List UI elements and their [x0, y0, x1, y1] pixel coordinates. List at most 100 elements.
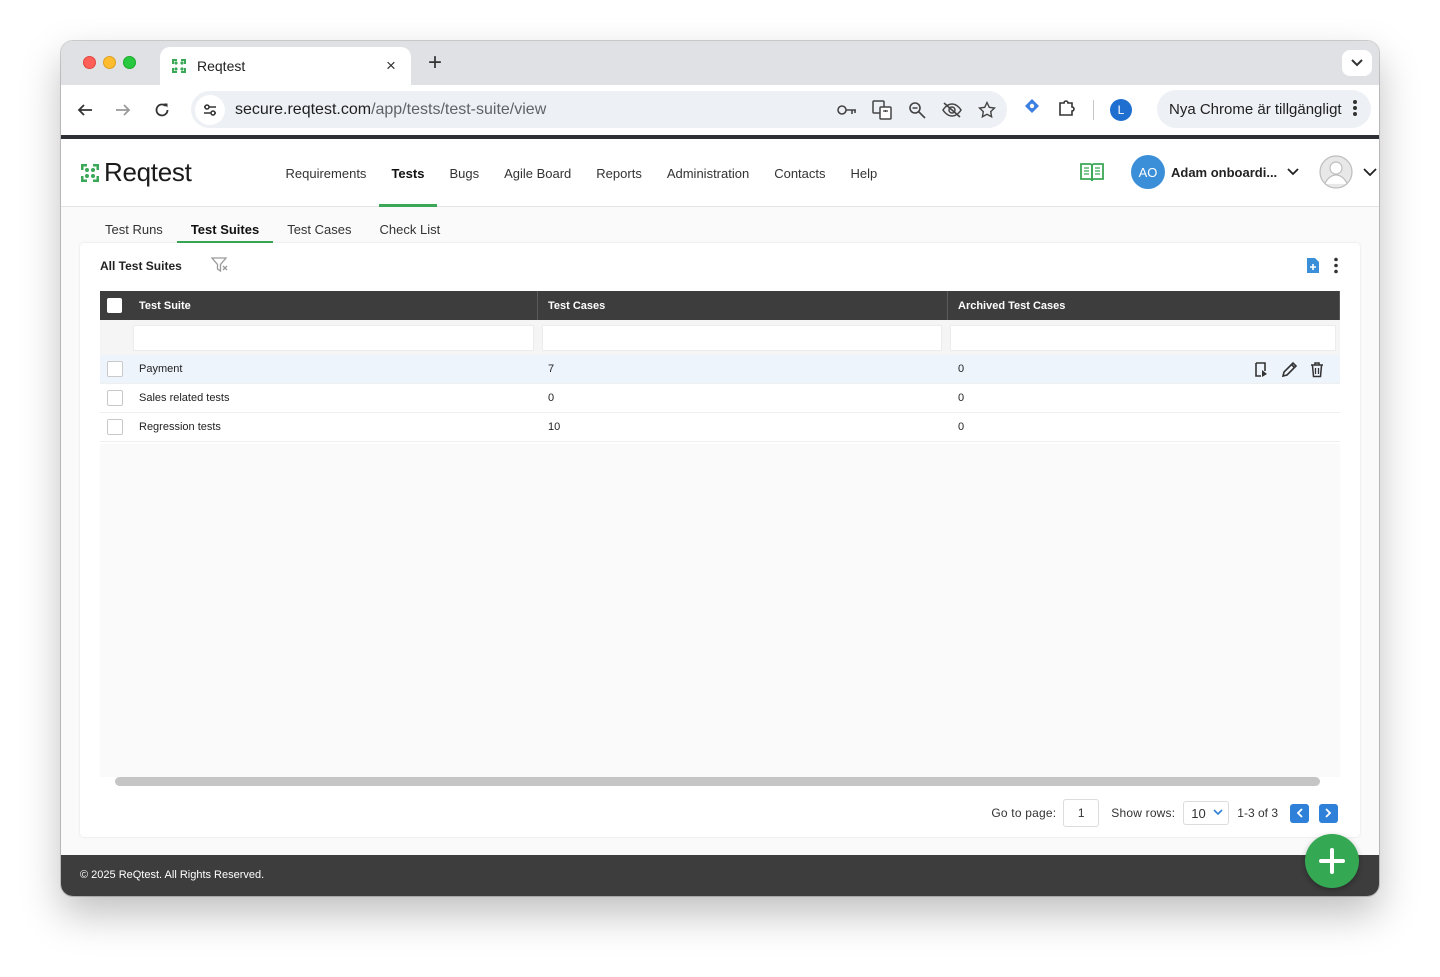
show-rows-label: Show rows:	[1111, 806, 1176, 820]
row-checkbox[interactable]	[106, 361, 123, 377]
select-all-cell	[100, 291, 129, 320]
maximize-window-button[interactable]	[123, 56, 136, 69]
filter-input-test-cases[interactable]	[542, 324, 942, 351]
eye-off-icon[interactable]	[941, 99, 962, 120]
horizontal-scrollbar[interactable]	[115, 777, 1320, 786]
rows-per-page-select[interactable]: 10	[1183, 801, 1230, 825]
zoom-icon[interactable]	[906, 99, 927, 120]
user-name[interactable]: Adam onboardi...	[1171, 165, 1277, 180]
row-checkbox-cell	[100, 419, 129, 435]
profile-avatar[interactable]: L	[1110, 98, 1132, 121]
url-text: secure.reqtest.com/app/tests/test-suite/…	[235, 101, 546, 119]
cell-archived: 0	[958, 421, 965, 433]
goto-page-label: Go to page:	[991, 806, 1057, 820]
add-document-icon[interactable]	[1306, 257, 1320, 274]
column-header-test-suite[interactable]: Test Suite	[129, 291, 538, 320]
run-suite-icon[interactable]	[1254, 361, 1269, 378]
tab-search-button[interactable]	[1342, 50, 1372, 76]
page-range: 1-3 of 3	[1237, 806, 1278, 820]
filter-input-test-suite[interactable]	[133, 324, 534, 351]
add-fab-button[interactable]	[1305, 834, 1359, 888]
chevron-down-icon[interactable]	[1363, 168, 1377, 176]
cell-test-cases: 0	[548, 392, 555, 404]
rows-per-page-value: 10	[1191, 805, 1206, 821]
tab-title: Reqtest	[197, 58, 246, 74]
prev-page-button[interactable]	[1290, 803, 1309, 823]
tab-test-runs[interactable]: Test Runs	[91, 215, 177, 243]
extension-tag-icon[interactable]	[1023, 98, 1041, 121]
grid-header: Test Suite Test Cases Archived Test Case…	[100, 291, 1340, 320]
nav-help[interactable]: Help	[838, 139, 890, 207]
test-suites-grid: Test Suite Test Cases Archived Test Case…	[100, 291, 1340, 442]
address-bar-actions	[836, 99, 997, 120]
chevron-left-icon	[1296, 808, 1303, 818]
plus-icon	[1319, 848, 1345, 874]
app-footer: © 2025 ReQtest. All Rights Reserved.	[61, 855, 1379, 896]
arrow-left-icon	[77, 104, 92, 116]
user-avatar-initials[interactable]: AO	[1131, 155, 1165, 189]
tab-test-suites[interactable]: Test Suites	[176, 215, 274, 244]
trash-icon[interactable]	[1310, 361, 1324, 378]
new-tab-button[interactable]: +	[423, 50, 447, 76]
reqtest-logo-icon	[81, 163, 99, 182]
edit-pencil-icon[interactable]	[1281, 361, 1298, 378]
table-row[interactable]: Sales related tests 0 0	[100, 384, 1340, 413]
nav-requirements[interactable]: Requirements	[273, 139, 379, 207]
row-checkbox[interactable]	[106, 390, 123, 406]
key-icon[interactable]	[836, 99, 857, 120]
site-settings-button[interactable]	[195, 94, 225, 125]
test-suites-card: All Test Suites Test Suite Test Cases Ar…	[80, 243, 1360, 837]
page-number-input[interactable]: 1	[1063, 799, 1100, 827]
tab-close-icon[interactable]: ×	[381, 56, 401, 76]
table-row[interactable]: Regression tests 10 0	[100, 413, 1340, 442]
extensions-puzzle-icon[interactable]	[1057, 97, 1077, 122]
star-icon[interactable]	[976, 99, 997, 120]
forward-button[interactable]	[111, 98, 135, 122]
nav-bugs[interactable]: Bugs	[437, 139, 492, 207]
close-window-button[interactable]	[83, 56, 96, 69]
toolbar-separator	[1093, 99, 1094, 120]
back-button[interactable]	[73, 98, 97, 122]
cell-archived: 0	[958, 392, 965, 404]
footer-copyright: © 2025 ReQtest. All Rights Reserved.	[80, 869, 265, 881]
column-header-test-cases[interactable]: Test Cases	[538, 291, 948, 320]
row-checkbox-cell	[100, 390, 129, 406]
browser-tab[interactable]: Reqtest ×	[160, 47, 411, 85]
tab-test-cases[interactable]: Test Cases	[273, 215, 365, 243]
address-bar[interactable]: secure.reqtest.com/app/tests/test-suite/…	[191, 91, 1007, 128]
nav-contacts[interactable]: Contacts	[762, 139, 838, 207]
filter-input-archived[interactable]	[950, 324, 1336, 351]
pagination: Go to page: 1 Show rows: 10 1-3 of 3	[991, 799, 1338, 827]
cell-test-cases: 10	[548, 421, 561, 433]
app-header: Reqtest Requirements Tests Bugs Agile Bo…	[61, 139, 1379, 207]
row-checkbox-cell	[100, 361, 129, 377]
filter-icon[interactable]	[211, 257, 229, 273]
browser-window: Reqtest × + secure.reqtest.com/app/tests…	[61, 41, 1379, 896]
nav-reports[interactable]: Reports	[584, 139, 655, 207]
reload-button[interactable]	[150, 98, 174, 122]
more-vertical-icon[interactable]	[1334, 257, 1338, 274]
account-avatar-icon[interactable]	[1319, 155, 1355, 189]
sub-tabs: Test Runs Test Suites Test Cases Check L…	[91, 215, 455, 244]
reload-icon	[155, 103, 169, 117]
translate-icon[interactable]	[871, 99, 892, 120]
next-page-button[interactable]	[1319, 803, 1338, 823]
chevron-down-icon[interactable]	[1287, 168, 1299, 176]
row-checkbox[interactable]	[106, 419, 123, 435]
nav-administration[interactable]: Administration	[654, 139, 761, 207]
header-user-area: AO Adam onboardi...	[1079, 155, 1377, 189]
select-all-checkbox[interactable]	[107, 298, 122, 313]
tab-check-list[interactable]: Check List	[366, 215, 455, 243]
minimize-window-button[interactable]	[103, 56, 116, 69]
cell-test-suite: Regression tests	[139, 421, 221, 433]
grid-filter-row	[100, 320, 1340, 355]
chrome-update-button[interactable]: Nya Chrome är tillgängligt	[1157, 90, 1371, 128]
book-icon[interactable]	[1079, 161, 1105, 183]
table-row[interactable]: Payment 7 0	[100, 355, 1340, 384]
nav-tests[interactable]: Tests	[378, 139, 437, 207]
nav-agile-board[interactable]: Agile Board	[492, 139, 584, 207]
cell-test-suite: Sales related tests	[139, 392, 230, 404]
reqtest-logo[interactable]: Reqtest	[80, 157, 192, 188]
column-header-archived-test-cases[interactable]: Archived Test Cases	[948, 291, 1340, 320]
grid-empty-area	[100, 444, 1340, 777]
